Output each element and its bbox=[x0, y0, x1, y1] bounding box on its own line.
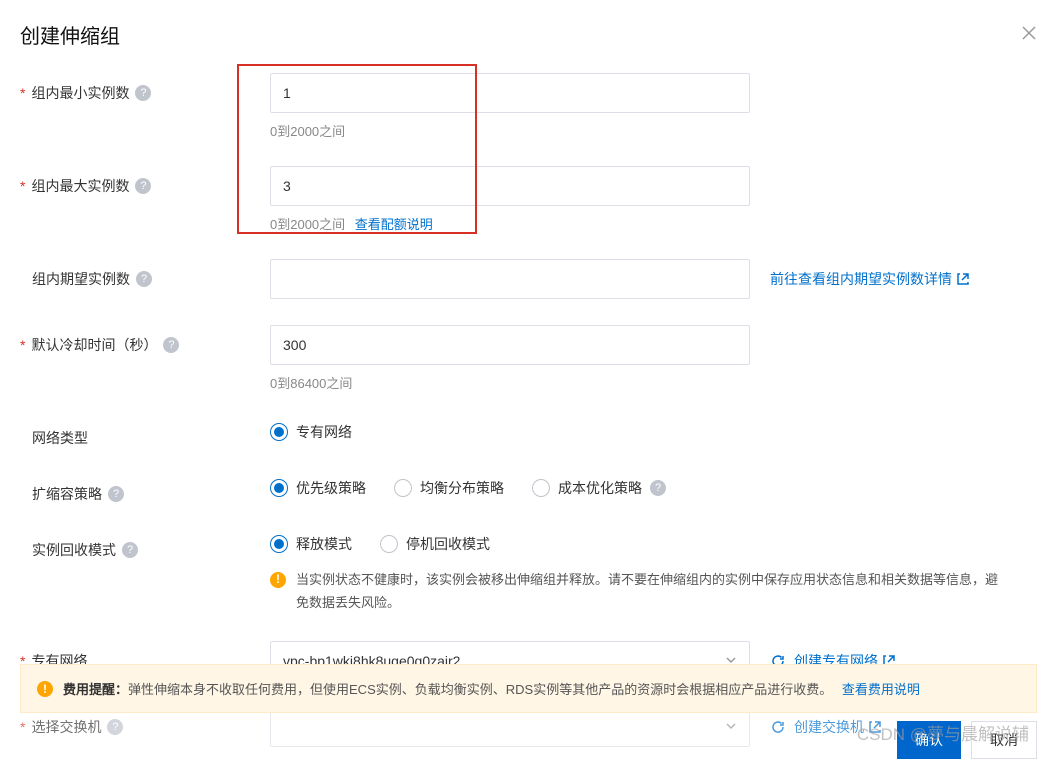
warning-icon: ! bbox=[270, 572, 286, 588]
fee-banner: ! 费用提醒：弹性伸缩本身不收取任何费用，但使用ECS实例、负载均衡实例、RDS… bbox=[20, 664, 1037, 713]
policy-balanced-radio[interactable]: 均衡分布策略 bbox=[394, 478, 504, 498]
scaling-policy-label: 扩缩容策略 ? bbox=[20, 474, 270, 504]
fee-link[interactable]: 查看费用说明 bbox=[842, 682, 920, 697]
chevron-down-icon bbox=[725, 719, 737, 735]
close-icon[interactable] bbox=[1021, 25, 1037, 45]
reclaim-release-radio[interactable]: 释放模式 bbox=[270, 534, 352, 554]
help-icon[interactable]: ? bbox=[136, 271, 152, 287]
help-icon[interactable]: ? bbox=[107, 719, 123, 735]
reclaim-warning: ! 当实例状态不健康时，该实例会被移出伸缩组并释放。请不要在伸缩组内的实例中保存… bbox=[270, 568, 1010, 615]
reclaim-mode-label: 实例回收模式 ? bbox=[20, 530, 270, 560]
reclaim-shutdown-radio[interactable]: 停机回收模式 bbox=[380, 534, 490, 554]
required-star: * bbox=[20, 85, 25, 101]
expected-instances-label: 组内期望实例数 ? bbox=[20, 259, 270, 289]
refresh-icon bbox=[770, 719, 786, 735]
network-type-label: 网络类型 bbox=[20, 418, 270, 448]
min-instances-input[interactable] bbox=[270, 73, 750, 113]
external-link-icon bbox=[868, 720, 882, 734]
quota-link[interactable]: 查看配额说明 bbox=[355, 217, 433, 232]
policy-priority-radio[interactable]: 优先级策略 bbox=[270, 478, 366, 498]
help-icon[interactable]: ? bbox=[163, 337, 179, 353]
min-instances-hint: 0到2000之间 bbox=[270, 121, 750, 140]
help-icon[interactable]: ? bbox=[135, 85, 151, 101]
max-instances-label: * 组内最大实例数 ? bbox=[20, 166, 270, 196]
radio-checked-icon bbox=[270, 423, 288, 441]
cooldown-hint: 0到86400之间 bbox=[270, 373, 750, 392]
required-star: * bbox=[20, 337, 25, 353]
max-instances-input[interactable] bbox=[270, 166, 750, 206]
radio-checked-icon bbox=[270, 479, 288, 497]
max-instances-hint: 0到2000之间 查看配额说明 bbox=[270, 214, 750, 233]
required-star: * bbox=[20, 178, 25, 194]
radio-unchecked-icon bbox=[532, 479, 550, 497]
help-icon[interactable]: ? bbox=[135, 178, 151, 194]
network-vpc-radio[interactable]: 专有网络 bbox=[270, 422, 352, 442]
cooldown-input[interactable] bbox=[270, 325, 750, 365]
policy-cost-radio[interactable]: 成本优化策略 ? bbox=[532, 478, 666, 498]
expected-instances-input[interactable] bbox=[270, 259, 750, 299]
dialog-title: 创建伸缩组 bbox=[20, 20, 120, 49]
cooldown-label: * 默认冷却时间（秒） ? bbox=[20, 325, 270, 355]
help-icon[interactable]: ? bbox=[108, 486, 124, 502]
info-icon: ! bbox=[37, 681, 53, 697]
external-link-icon bbox=[956, 272, 970, 286]
confirm-button[interactable]: 确认 bbox=[897, 721, 961, 759]
help-icon[interactable]: ? bbox=[650, 480, 666, 496]
radio-unchecked-icon bbox=[380, 535, 398, 553]
cancel-button[interactable]: 取消 bbox=[971, 721, 1037, 759]
radio-checked-icon bbox=[270, 535, 288, 553]
radio-unchecked-icon bbox=[394, 479, 412, 497]
required-star: * bbox=[20, 719, 25, 735]
min-instances-label: * 组内最小实例数 ? bbox=[20, 73, 270, 103]
help-icon[interactable]: ? bbox=[122, 542, 138, 558]
expected-detail-link[interactable]: 前往查看组内期望实例数详情 bbox=[770, 259, 970, 289]
